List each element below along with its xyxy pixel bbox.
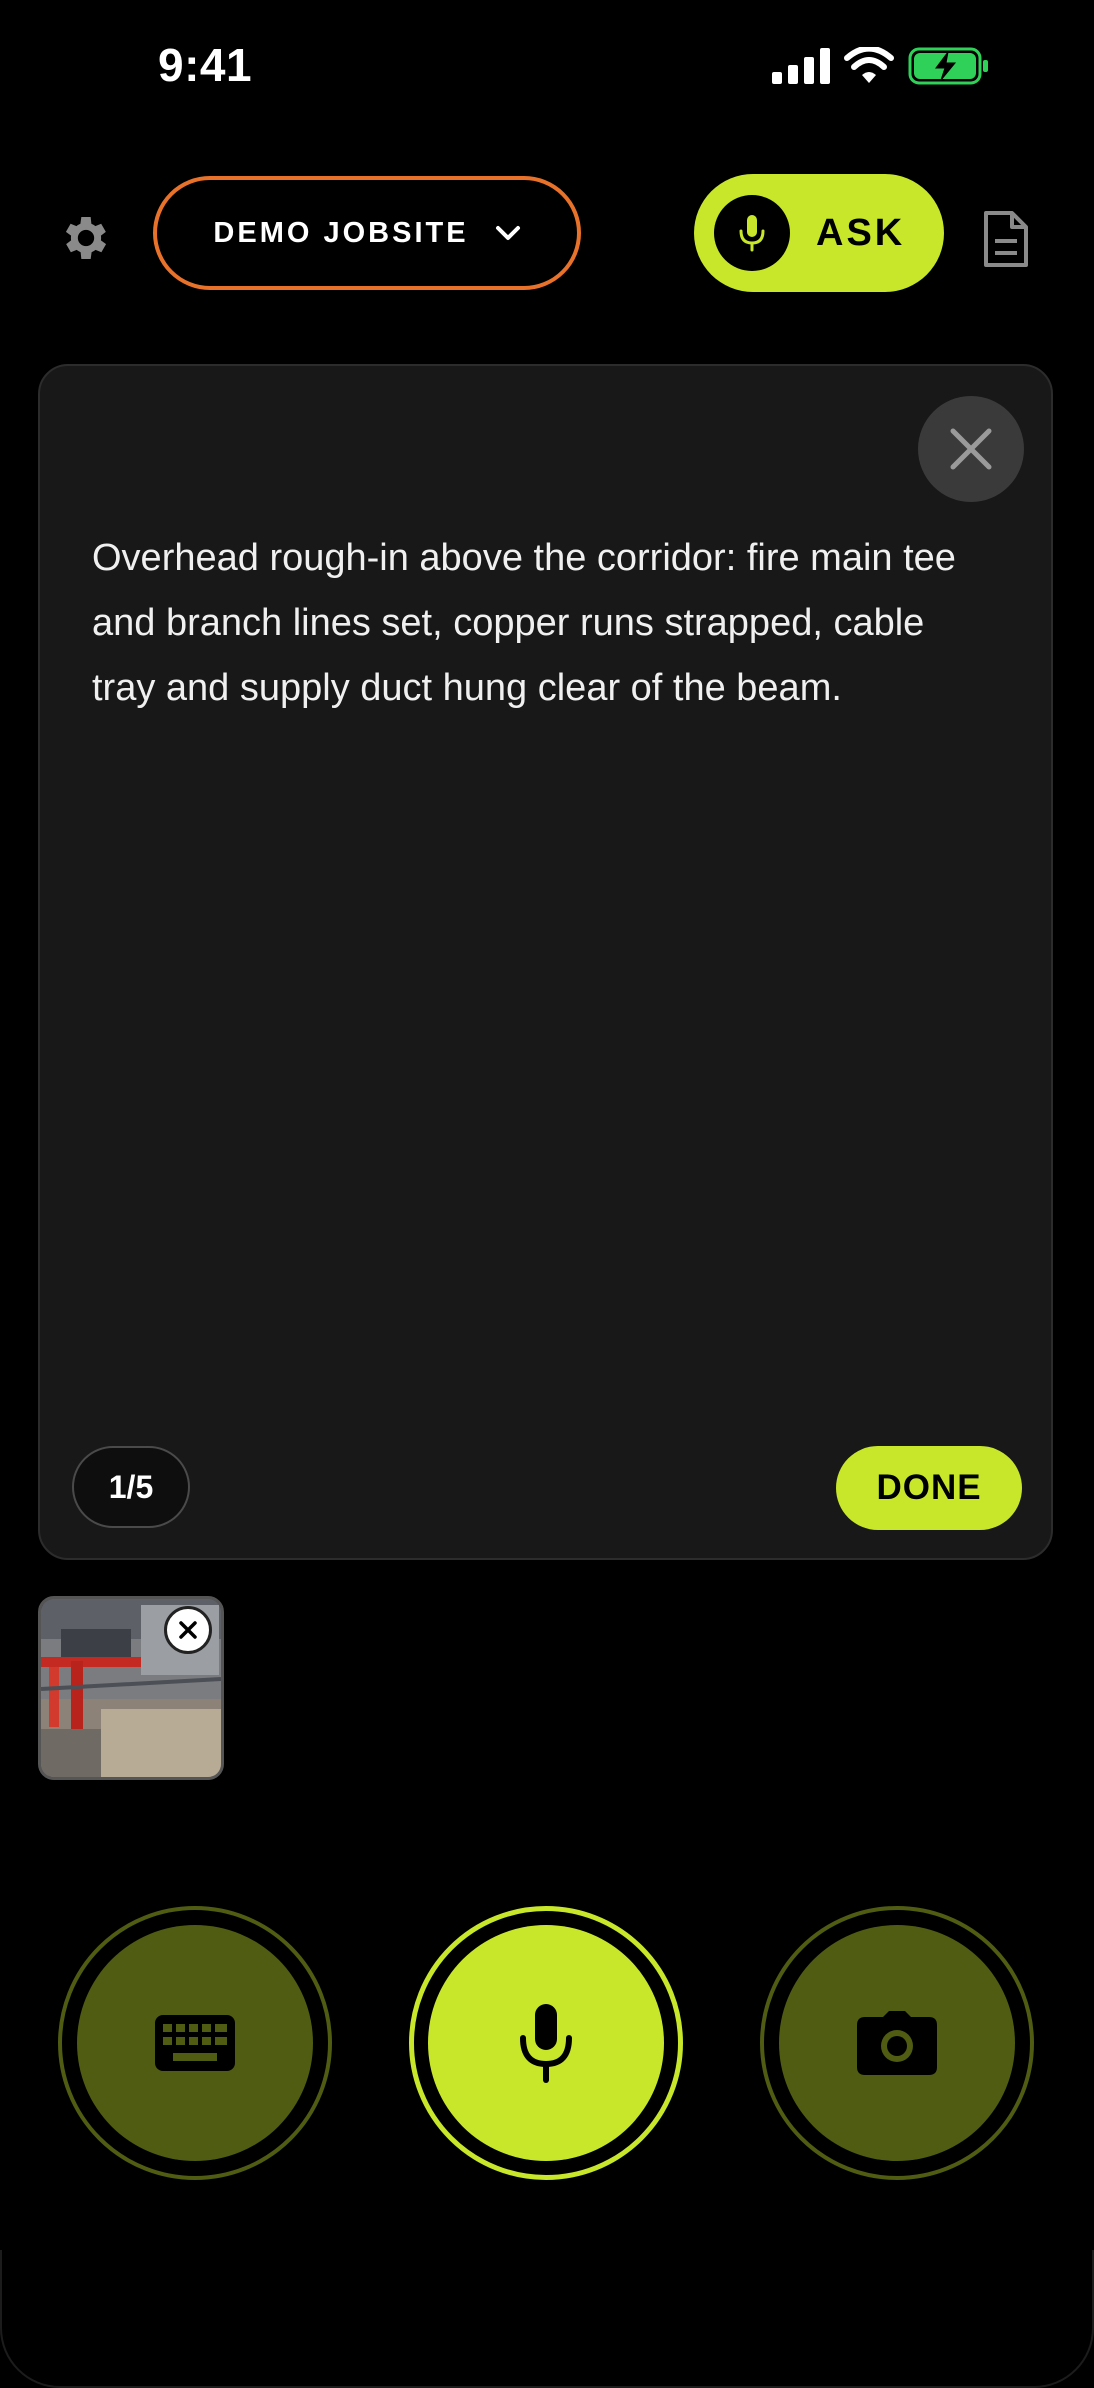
close-icon (950, 428, 992, 470)
microphone-icon (520, 2004, 572, 2083)
close-icon (179, 1621, 197, 1639)
screen-edge (0, 2250, 1094, 2388)
battery-charging-icon (908, 47, 988, 85)
header: DEMO JOBSITE ASK (0, 168, 1094, 298)
keyboard-button-fill (77, 1925, 313, 2161)
camera-icon (857, 2011, 937, 2075)
jobsite-name: DEMO JOBSITE (213, 216, 469, 249)
chevron-down-icon (495, 226, 520, 240)
gear-icon (65, 217, 107, 259)
record-button-fill (428, 1925, 664, 2161)
settings-button[interactable] (54, 206, 118, 270)
microphone-icon (739, 215, 765, 252)
close-card-button[interactable] (918, 396, 1024, 502)
done-button[interactable]: DONE (836, 1446, 1022, 1530)
jobsite-selector[interactable]: DEMO JOBSITE (153, 176, 581, 290)
record-button[interactable] (409, 1906, 683, 2180)
ask-button[interactable]: ASK (694, 174, 944, 292)
note-text[interactable]: Overhead rough-in above the corridor: fi… (92, 526, 992, 721)
ask-mic-badge (714, 195, 790, 271)
document-icon (984, 211, 1028, 267)
page-indicator: 1/5 (72, 1446, 190, 1528)
status-bar: 9:41 (0, 0, 1094, 130)
status-icons (772, 44, 990, 88)
ask-label: ASK (816, 211, 906, 254)
camera-button[interactable] (760, 1906, 1034, 2180)
keyboard-icon (155, 2015, 235, 2071)
note-card: Overhead rough-in above the corridor: fi… (38, 364, 1053, 1560)
camera-button-fill (779, 1925, 1015, 2161)
keyboard-button[interactable] (58, 1906, 332, 2180)
remove-photo-button[interactable] (164, 1606, 212, 1654)
notes-button[interactable] (978, 206, 1034, 272)
status-time: 9:41 (158, 39, 253, 91)
wifi-icon (844, 47, 894, 83)
signal-icon (772, 48, 830, 84)
